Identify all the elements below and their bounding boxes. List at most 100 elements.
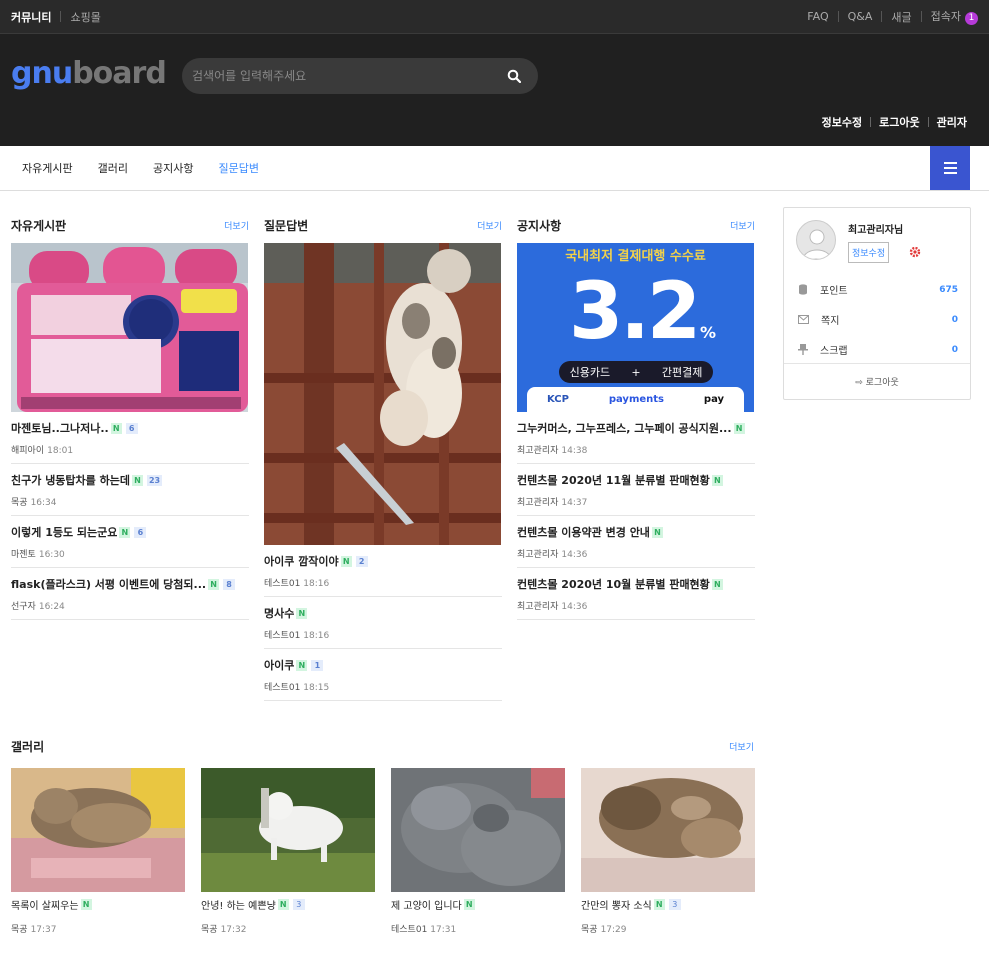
- gallery-thumbnail[interactable]: [581, 768, 755, 892]
- post-title-row[interactable]: flask(플라스크) 서평 이벤트에 당첨되... N 8: [11, 576, 249, 593]
- post-author[interactable]: 선구자: [11, 602, 36, 612]
- post-author[interactable]: 최고관리자: [517, 446, 558, 456]
- post-item[interactable]: 컨텐츠몰 2020년 11월 분류별 판매현황 N 최고관리자 14:37: [517, 464, 755, 516]
- post-title[interactable]: 아이쿠: [264, 657, 294, 674]
- nav-gallery[interactable]: 갤러리: [98, 160, 128, 176]
- gallery-thumbnail[interactable]: [11, 768, 185, 892]
- post-title-row[interactable]: 마젠토님..그나저나.. N 6: [11, 420, 249, 437]
- post-title[interactable]: 명사수: [264, 605, 294, 622]
- post-thumbnail[interactable]: [264, 243, 501, 545]
- shoppingmall-link[interactable]: 쇼핑몰: [70, 9, 100, 25]
- post-item[interactable]: 아이쿠 N 1 테스트01 18:15: [264, 649, 502, 701]
- hamburger-icon-bar: [943, 167, 957, 169]
- gallery-item-author[interactable]: 테스트01: [391, 925, 427, 935]
- post-author[interactable]: 해피아이: [11, 446, 44, 456]
- post-title-row[interactable]: 명사수 N: [264, 605, 502, 622]
- site-header: gnuboard 정보수정 로그아웃 관리자: [0, 34, 989, 146]
- post-title-row[interactable]: 컨텐츠몰 2020년 10월 분류별 판매현황 N: [517, 576, 755, 593]
- post-title[interactable]: 컨텐츠몰 2020년 10월 분류별 판매현황: [517, 576, 710, 593]
- avatar[interactable]: [796, 220, 836, 260]
- gallery-item-author[interactable]: 목공: [581, 925, 598, 935]
- post-item[interactable]: 컨텐츠몰 이용약관 변경 안내 N 최고관리자 14:36: [517, 516, 755, 568]
- gear-icon[interactable]: [909, 246, 921, 261]
- post-thumbnail[interactable]: [11, 243, 248, 412]
- edit-info-link[interactable]: 정보수정: [822, 114, 862, 130]
- menu-button[interactable]: [930, 146, 970, 190]
- gallery-thumbnail[interactable]: [391, 768, 565, 892]
- post-author[interactable]: 마젠토: [11, 550, 36, 560]
- post-title-row[interactable]: 친구가 냉동탑차를 하는데 N 23: [11, 472, 249, 489]
- gallery-thumbnail[interactable]: [201, 768, 375, 892]
- faq-link[interactable]: FAQ: [807, 10, 828, 23]
- hamburger-icon: [943, 162, 957, 164]
- gallery-item[interactable]: 목록이 살찌우는 N 목공 17:37: [11, 768, 185, 935]
- gallery-item-title-row[interactable]: 제 고양이 입니다 N: [391, 897, 565, 912]
- profile-logout-button[interactable]: ⇨ 로그아웃: [784, 375, 970, 388]
- post-thumbnail[interactable]: 국내최저 결제대행 수수료 3.2 % 신용카드 + 간편결제 KCP paym…: [517, 243, 754, 412]
- gallery-more-link[interactable]: 더보기: [729, 740, 754, 753]
- post-author[interactable]: 최고관리자: [517, 498, 558, 508]
- edit-profile-button[interactable]: 정보수정: [848, 242, 890, 263]
- post-item[interactable]: 그누커머스, 그누프레스, 그누페이 공식지원... N 최고관리자 14:38: [517, 412, 755, 464]
- stat-point[interactable]: 포인트 675: [798, 282, 958, 297]
- post-author[interactable]: 테스트01: [264, 579, 300, 589]
- gallery-item-title[interactable]: 간만의 뽕자 소식: [581, 897, 652, 912]
- gallery-item-meta: 목공 17:29: [581, 922, 755, 935]
- nav-free-board[interactable]: 자유게시판: [22, 160, 73, 176]
- post-item[interactable]: 컨텐츠몰 2020년 10월 분류별 판매현황 N 최고관리자 14:36: [517, 568, 755, 620]
- gallery-item[interactable]: 안녕! 하는 예쁜냥 N 3 목공 17:32: [201, 768, 375, 935]
- post-item[interactable]: 친구가 냉동탑차를 하는데 N 23 목공 16:34: [11, 464, 249, 516]
- gallery-item-title[interactable]: 목록이 살찌우는: [11, 897, 79, 912]
- post-title[interactable]: 그누커머스, 그누프레스, 그누페이 공식지원...: [517, 420, 732, 437]
- gallery-item-author[interactable]: 목공: [201, 925, 218, 935]
- community-link[interactable]: 커뮤니티: [11, 9, 51, 25]
- nav-notice[interactable]: 공지사항: [153, 160, 193, 176]
- post-item[interactable]: 명사수 N 테스트01 18:16: [264, 597, 502, 649]
- post-title[interactable]: flask(플라스크) 서평 이벤트에 당첨되...: [11, 576, 206, 593]
- post-item[interactable]: 이렇게 1등도 되는군요 N 6 마젠토 16:30: [11, 516, 249, 568]
- post-title[interactable]: 컨텐츠몰 2020년 11월 분류별 판매현황: [517, 472, 710, 489]
- gallery-item-author[interactable]: 목공: [11, 925, 28, 935]
- logout-link[interactable]: 로그아웃: [879, 114, 919, 130]
- post-time: 18:16: [303, 631, 330, 641]
- post-author[interactable]: 테스트01: [264, 631, 300, 641]
- post-title[interactable]: 이렇게 1등도 되는군요: [11, 524, 117, 541]
- gallery-item-title-row[interactable]: 목록이 살찌우는 N: [11, 897, 185, 912]
- gallery-item-title-row[interactable]: 안녕! 하는 예쁜냥 N 3: [201, 897, 375, 912]
- gallery-item[interactable]: 제 고양이 입니다 N 테스트01 17:31: [391, 768, 565, 935]
- admin-link[interactable]: 관리자: [937, 114, 967, 130]
- more-link[interactable]: 더보기: [224, 219, 249, 232]
- gallery-item-title[interactable]: 안녕! 하는 예쁜냥: [201, 897, 276, 912]
- post-author[interactable]: 테스트01: [264, 683, 300, 693]
- search-button[interactable]: [504, 66, 524, 86]
- gallery-item-title-row[interactable]: 간만의 뽕자 소식 N 3: [581, 897, 755, 912]
- more-link[interactable]: 더보기: [730, 219, 755, 232]
- post-title-row[interactable]: 아이쿠 깜작이야 N 2: [264, 553, 502, 570]
- post-title[interactable]: 마젠토님..그나저나..: [11, 420, 109, 437]
- search-input[interactable]: [192, 69, 504, 83]
- post-author[interactable]: 최고관리자: [517, 602, 558, 612]
- gallery-item[interactable]: 간만의 뽕자 소식 N 3 목공 17:29: [581, 768, 755, 935]
- more-link[interactable]: 더보기: [477, 219, 502, 232]
- post-item[interactable]: flask(플라스크) 서평 이벤트에 당첨되... N 8 선구자 16:24: [11, 568, 249, 620]
- post-title-row[interactable]: 그누커머스, 그누프레스, 그누페이 공식지원... N: [517, 420, 755, 437]
- nav-qna[interactable]: 질문답변: [218, 160, 258, 176]
- visitors-link[interactable]: 접속자 1: [931, 8, 978, 25]
- gallery-item-title[interactable]: 제 고양이 입니다: [391, 897, 462, 912]
- post-item[interactable]: 아이쿠 깜작이야 N 2 테스트01 18:16: [264, 545, 502, 597]
- stat-memo[interactable]: 쪽지 0: [798, 312, 958, 327]
- post-title-row[interactable]: 컨텐츠몰 이용약관 변경 안내 N: [517, 524, 755, 541]
- post-title-row[interactable]: 아이쿠 N 1: [264, 657, 502, 674]
- stat-scrap[interactable]: 스크랩 0: [798, 342, 958, 357]
- post-author[interactable]: 최고관리자: [517, 550, 558, 560]
- qna-link[interactable]: Q&A: [848, 10, 873, 23]
- post-title-row[interactable]: 이렇게 1등도 되는군요 N 6: [11, 524, 249, 541]
- new-posts-link[interactable]: 새글: [891, 9, 911, 25]
- post-title-row[interactable]: 컨텐츠몰 2020년 11월 분류별 판매현황 N: [517, 472, 755, 489]
- post-title[interactable]: 아이쿠 깜작이야: [264, 553, 339, 570]
- post-author[interactable]: 목공: [11, 498, 28, 508]
- post-item[interactable]: 마젠토님..그나저나.. N 6 해피아이 18:01: [11, 412, 249, 464]
- post-title[interactable]: 컨텐츠몰 이용약관 변경 안내: [517, 524, 650, 541]
- site-logo[interactable]: gnuboard: [11, 56, 167, 91]
- post-title[interactable]: 친구가 냉동탑차를 하는데: [11, 472, 130, 489]
